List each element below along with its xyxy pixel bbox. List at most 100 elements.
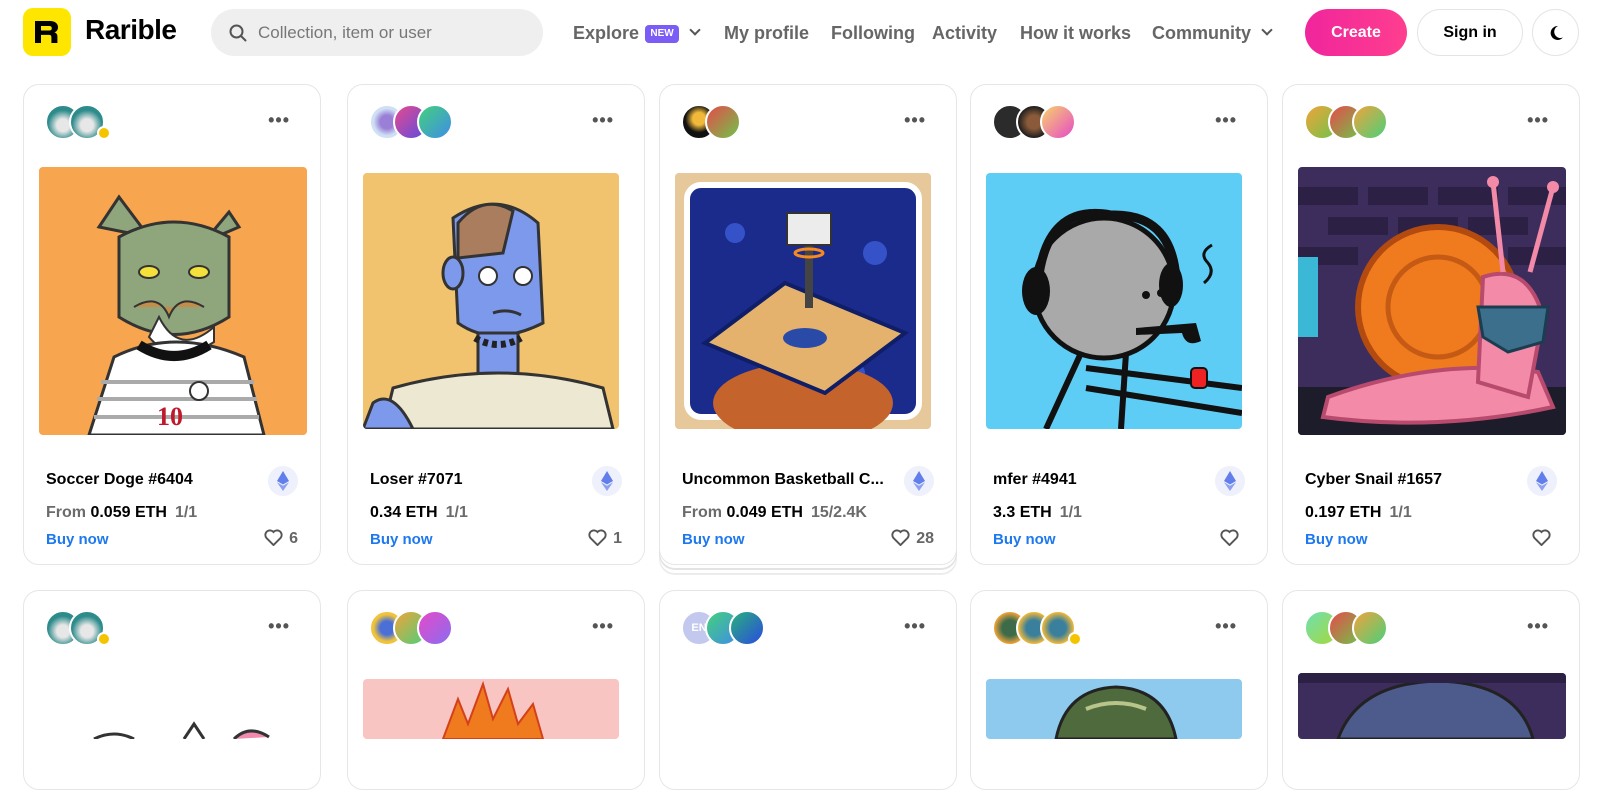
nft-card[interactable]: ••• mfer #4941 3.3 ETH 1/1 Buy now xyxy=(970,84,1268,565)
more-options-icon[interactable]: ••• xyxy=(268,110,290,131)
more-options-icon[interactable]: ••• xyxy=(1527,110,1549,131)
nft-image[interactable] xyxy=(363,173,619,429)
avatar[interactable] xyxy=(1352,610,1388,646)
avatar[interactable] xyxy=(1040,104,1076,140)
like-button[interactable]: 28 xyxy=(891,529,934,548)
nav-explore-label: Explore xyxy=(573,23,640,43)
like-button[interactable] xyxy=(1532,529,1557,548)
nft-title[interactable]: Uncommon Basketball C... xyxy=(682,471,884,489)
buy-now-link[interactable]: Buy now xyxy=(1305,531,1368,548)
more-options-icon[interactable]: ••• xyxy=(904,616,926,637)
nft-price: 0.197 ETH 1/1 xyxy=(1305,504,1412,522)
nft-image[interactable] xyxy=(986,679,1242,739)
edition-count: 15/2.4K xyxy=(810,504,867,521)
nft-title[interactable]: mfer #4941 xyxy=(993,471,1077,489)
nft-card[interactable]: ••• Uncommon Basketball C... From 0.049 … xyxy=(659,84,957,565)
create-button[interactable]: Create xyxy=(1305,9,1407,56)
nft-card[interactable]: ••• Cyber Snail #1657 0.197 ETH 1/1 Buy n… xyxy=(1282,84,1580,565)
nft-card[interactable]: ••• xyxy=(970,590,1268,790)
nft-price: From 0.049 ETH 15/2.4K xyxy=(682,504,867,522)
ethereum-icon xyxy=(592,466,622,496)
heart-icon xyxy=(588,529,607,547)
price-value: 0.049 ETH xyxy=(726,504,803,521)
edition-count: 1/1 xyxy=(1059,504,1082,521)
buy-now-link[interactable]: Buy now xyxy=(993,531,1056,548)
heart-icon xyxy=(891,529,910,547)
price-value: 0.34 ETH xyxy=(370,504,438,521)
nft-title[interactable]: Loser #7071 xyxy=(370,471,463,489)
nav-activity[interactable]: Activity xyxy=(932,0,997,66)
more-options-icon[interactable]: ••• xyxy=(592,616,614,637)
nav-community-label: Community xyxy=(1152,23,1251,43)
nav-community[interactable]: Community xyxy=(1152,0,1273,66)
nft-image[interactable] xyxy=(1298,673,1566,739)
like-button[interactable] xyxy=(1220,529,1245,548)
nav-how-it-works[interactable]: How it works xyxy=(1020,0,1131,66)
nav-following[interactable]: Following xyxy=(831,0,915,66)
heart-icon xyxy=(1220,529,1239,547)
sign-in-button[interactable]: Sign in xyxy=(1417,9,1523,56)
nft-image[interactable] xyxy=(363,679,619,739)
nft-image[interactable] xyxy=(675,173,931,429)
like-count: 6 xyxy=(289,530,298,547)
like-button[interactable]: 6 xyxy=(264,529,298,548)
like-button[interactable]: 1 xyxy=(588,529,622,548)
moon-icon xyxy=(1550,25,1563,40)
chevron-down-icon xyxy=(1261,24,1273,36)
buy-now-link[interactable]: Buy now xyxy=(46,531,109,548)
search-bar[interactable] xyxy=(211,9,543,56)
ethereum-icon xyxy=(1527,466,1557,496)
more-options-icon[interactable]: ••• xyxy=(1215,110,1237,131)
brand-name[interactable]: Rarible xyxy=(85,14,177,46)
svg-text:10: 10 xyxy=(157,402,183,431)
buy-now-link[interactable]: Buy now xyxy=(370,531,433,548)
avatar[interactable] xyxy=(417,104,453,140)
nft-card[interactable]: EN ••• xyxy=(659,590,957,790)
nft-image[interactable] xyxy=(84,719,284,739)
avatar[interactable] xyxy=(705,104,741,140)
nav-my-profile[interactable]: My profile xyxy=(724,0,809,66)
more-options-icon[interactable]: ••• xyxy=(592,110,614,131)
like-count: 28 xyxy=(916,530,934,547)
avatar[interactable] xyxy=(1352,104,1388,140)
verified-badge-icon xyxy=(1068,632,1082,646)
nft-card[interactable]: ••• xyxy=(347,590,645,790)
theme-toggle-button[interactable] xyxy=(1532,9,1579,56)
heart-icon xyxy=(264,529,283,547)
price-prefix: From xyxy=(682,504,722,521)
nft-image[interactable]: 10 xyxy=(39,167,307,435)
nft-card[interactable]: ••• 10 Soccer Doge #6404 From 0.059 ETH 1… xyxy=(23,84,321,565)
ethereum-icon xyxy=(904,466,934,496)
edition-count: 1/1 xyxy=(445,504,468,521)
nft-card[interactable]: ••• xyxy=(23,590,321,790)
nft-price: 3.3 ETH 1/1 xyxy=(993,504,1082,522)
heart-icon xyxy=(1532,529,1551,547)
avatar[interactable] xyxy=(729,610,765,646)
verified-badge-icon xyxy=(97,632,111,646)
more-options-icon[interactable]: ••• xyxy=(904,110,926,131)
nft-price: From 0.059 ETH 1/1 xyxy=(46,504,197,522)
new-badge: NEW xyxy=(645,25,680,43)
nft-image[interactable] xyxy=(986,173,1242,429)
nft-card[interactable]: ••• Loser #7071 0.34 ETH 1/1 Buy now 1 xyxy=(347,84,645,565)
nft-title[interactable]: Cyber Snail #1657 xyxy=(1305,471,1442,489)
rarible-logo-icon[interactable] xyxy=(23,8,71,56)
ethereum-icon xyxy=(1215,466,1245,496)
search-input[interactable] xyxy=(258,9,528,56)
edition-count: 1/1 xyxy=(174,504,198,521)
like-count: 1 xyxy=(613,530,622,547)
nft-card[interactable]: ••• xyxy=(1282,590,1580,790)
chevron-down-icon xyxy=(689,24,701,36)
nft-image[interactable] xyxy=(1298,167,1566,435)
more-options-icon[interactable]: ••• xyxy=(268,616,290,637)
price-value: 3.3 ETH xyxy=(993,504,1052,521)
avatar[interactable] xyxy=(417,610,453,646)
edition-count: 1/1 xyxy=(1389,504,1412,521)
nft-price: 0.34 ETH 1/1 xyxy=(370,504,468,522)
more-options-icon[interactable]: ••• xyxy=(1527,616,1549,637)
buy-now-link[interactable]: Buy now xyxy=(682,531,745,548)
more-options-icon[interactable]: ••• xyxy=(1215,616,1237,637)
nft-title[interactable]: Soccer Doge #6404 xyxy=(46,471,193,489)
verified-badge-icon xyxy=(97,126,111,140)
nav-explore[interactable]: Explore NEW xyxy=(573,0,701,66)
